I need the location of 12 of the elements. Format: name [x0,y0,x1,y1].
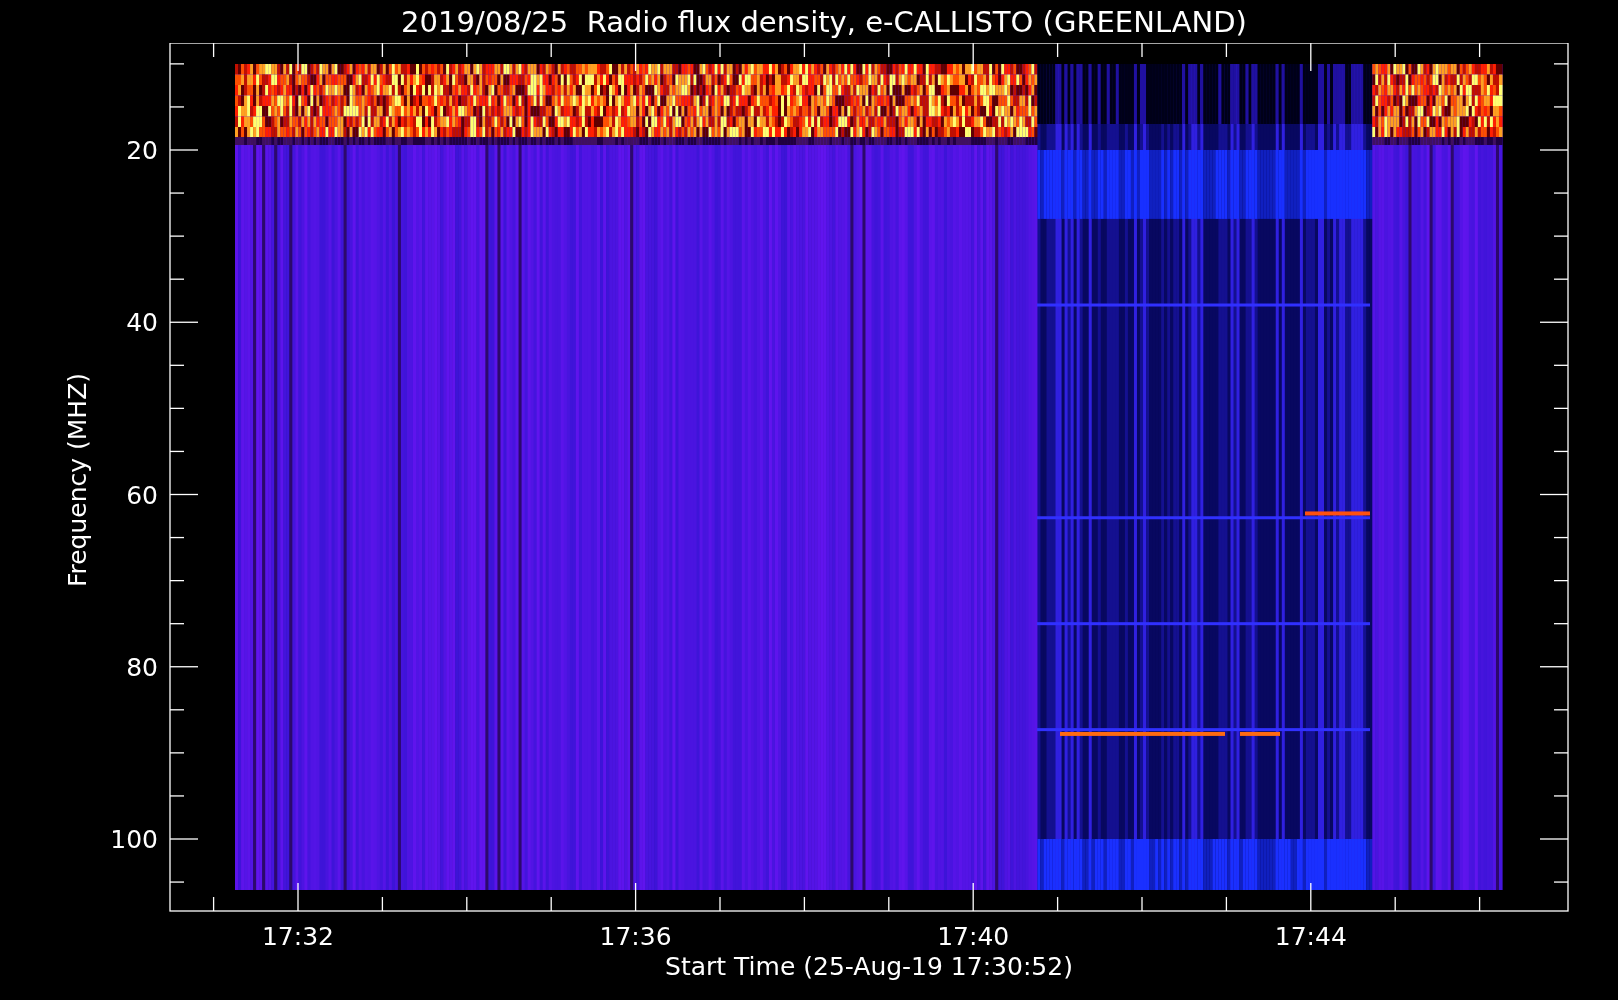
y-axis-label: Frequency (MHZ) [63,372,92,588]
x-tick-label: 17:32 [262,922,334,951]
x-tick-label: 17:36 [599,922,672,951]
y-tick-label: 80 [126,652,158,682]
x-tick-label: 17:44 [1274,922,1347,951]
plot-title: 2019/08/25 Radio flux density, e-CALLISTO (GREENLAND) [400,4,1247,39]
x-tick-label: 17:40 [937,922,1010,951]
y-tick-label: 60 [126,480,158,510]
x-axis-label: Start Time (25-Aug-19 17:30:52) [665,952,1073,981]
y-tick-label: 100 [110,825,158,854]
y-tick-label: 20 [126,136,158,165]
y-tick-label: 40 [126,308,158,338]
